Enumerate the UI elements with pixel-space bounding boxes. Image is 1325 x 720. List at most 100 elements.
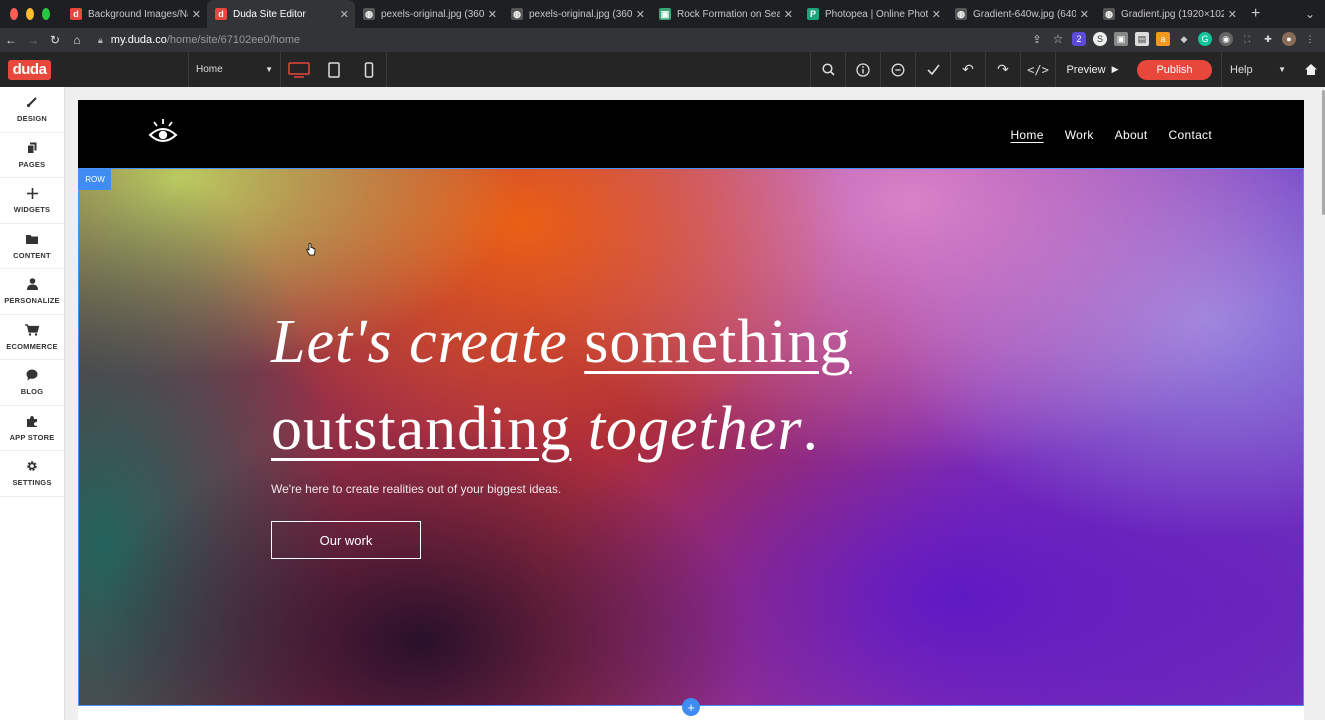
close-tab-icon[interactable]: ✕ bbox=[192, 8, 201, 21]
extension-doc-icon[interactable]: ▤ bbox=[1135, 32, 1149, 46]
close-tab-icon[interactable]: ✕ bbox=[636, 8, 645, 21]
browser-tab-label: Photopea | Online Photo E bbox=[825, 8, 928, 20]
site-nav-about[interactable]: About bbox=[1115, 128, 1148, 142]
gear-icon bbox=[26, 459, 38, 473]
close-tab-icon[interactable]: ✕ bbox=[488, 8, 497, 21]
tablet-view-button[interactable] bbox=[316, 52, 351, 87]
site-header[interactable]: Home Work About Contact bbox=[78, 100, 1304, 168]
desktop-view-button[interactable] bbox=[281, 52, 316, 87]
pages-icon bbox=[27, 141, 37, 155]
extensions-puzzle-icon[interactable]: ✚ bbox=[1261, 32, 1275, 46]
back-icon[interactable]: ← bbox=[0, 33, 22, 47]
browser-tab[interactable]: ◍ Gradient.jpg (1920×1023) ✕ bbox=[1095, 0, 1243, 28]
tab-search-icon[interactable]: ⌄ bbox=[1305, 7, 1315, 21]
close-tab-icon[interactable]: ✕ bbox=[1228, 8, 1237, 21]
profile-avatar[interactable]: ● bbox=[1282, 32, 1296, 46]
close-window-button[interactable] bbox=[10, 8, 18, 20]
home-dashboard-icon[interactable] bbox=[1297, 52, 1325, 87]
browser-tab[interactable]: ◍ Gradient-640w.jpg (640 ✕ bbox=[947, 0, 1095, 28]
browser-tab-label: Background Images/Navig bbox=[88, 8, 188, 20]
sidebar-item-label: APP STORE bbox=[9, 432, 55, 442]
extension-camera-icon[interactable]: ◉ bbox=[1219, 32, 1233, 46]
code-icon[interactable]: </> bbox=[1020, 52, 1055, 87]
comments-icon[interactable] bbox=[880, 52, 915, 87]
duda-logo[interactable]: duda bbox=[8, 59, 51, 80]
site-nav-work[interactable]: Work bbox=[1065, 128, 1094, 142]
redo-icon[interactable]: ↷ bbox=[985, 52, 1020, 87]
hand-cursor-icon bbox=[306, 243, 316, 261]
site-nav-contact[interactable]: Contact bbox=[1169, 128, 1212, 142]
extension-crop-icon[interactable]: ⛶ bbox=[1240, 32, 1254, 46]
close-tab-icon[interactable]: ✕ bbox=[784, 8, 793, 21]
forward-icon[interactable]: → bbox=[22, 33, 44, 47]
person-icon bbox=[26, 277, 38, 291]
page-select[interactable]: Home ▼ bbox=[188, 52, 280, 87]
chevron-down-icon: ▼ bbox=[265, 65, 273, 74]
add-section-button[interactable]: + bbox=[682, 698, 700, 716]
duda-icon: d bbox=[215, 8, 227, 20]
sidebar-item-personalize[interactable]: PERSONALIZE bbox=[0, 269, 64, 315]
extension-s-icon[interactable]: S bbox=[1093, 32, 1107, 46]
mobile-icon bbox=[364, 61, 373, 78]
sidebar-item-label: ECOMMERCE bbox=[6, 341, 58, 351]
browser-tab[interactable]: ▣ Rock Formation on Sea d ✕ bbox=[651, 0, 799, 28]
browser-tab-label: Gradient-640w.jpg (640 bbox=[973, 8, 1076, 20]
extension-bell-icon[interactable]: ◆ bbox=[1177, 32, 1191, 46]
reload-icon[interactable]: ↻ bbox=[44, 33, 66, 47]
sidebar-item-design[interactable]: DESIGN bbox=[0, 87, 64, 133]
puzzle-icon bbox=[26, 414, 38, 428]
undo-icon[interactable]: ↶ bbox=[950, 52, 985, 87]
sidebar-item-label: SETTINGS bbox=[12, 478, 52, 488]
close-tab-icon[interactable]: ✕ bbox=[340, 8, 349, 21]
checkmark-icon[interactable] bbox=[915, 52, 950, 87]
device-switcher bbox=[280, 52, 387, 87]
share-icon[interactable]: ⇪ bbox=[1030, 32, 1044, 46]
close-tab-icon[interactable]: ✕ bbox=[1080, 8, 1089, 21]
grammarly-icon[interactable]: G bbox=[1198, 32, 1212, 46]
browser-tab[interactable]: d Background Images/Navig ✕ bbox=[62, 0, 207, 28]
maximize-window-button[interactable] bbox=[42, 8, 50, 20]
folder-icon bbox=[26, 232, 38, 246]
editor-sidebar: DESIGN PAGES WIDGETS CONTENT PERSONALIZE ECOM… bbox=[0, 87, 65, 720]
play-icon: ▶ bbox=[1111, 64, 1119, 74]
globe-icon: ◍ bbox=[511, 8, 523, 20]
hero-subtitle[interactable]: We're here to create realities out of yo… bbox=[271, 482, 561, 496]
sidebar-item-app-store[interactable]: APP STORE bbox=[0, 406, 64, 451]
close-tab-icon[interactable]: ✕ bbox=[932, 8, 941, 21]
sidebar-item-settings[interactable]: SETTINGS bbox=[0, 451, 64, 497]
site-logo-eye-icon[interactable] bbox=[148, 118, 178, 153]
plus-icon bbox=[26, 186, 38, 200]
help-button[interactable]: Help ▼ bbox=[1221, 52, 1294, 87]
browser-tab[interactable]: ◍ pexels-original.jpg (3600 ✕ bbox=[503, 0, 651, 28]
info-icon[interactable] bbox=[845, 52, 880, 87]
extension-icon[interactable]: 2 bbox=[1072, 32, 1086, 46]
new-tab-button[interactable]: + bbox=[1251, 5, 1260, 23]
sidebar-item-ecommerce[interactable]: ECOMMERCE bbox=[0, 315, 64, 360]
sidebar-item-pages[interactable]: PAGES bbox=[0, 133, 64, 178]
extension-image-icon[interactable]: ▣ bbox=[1114, 32, 1128, 46]
hero-row[interactable]: ROW Let's create something outstanding t… bbox=[78, 168, 1304, 706]
minimize-window-button[interactable] bbox=[26, 8, 34, 20]
preview-button[interactable]: Preview ▶ bbox=[1055, 52, 1129, 87]
search-icon[interactable] bbox=[810, 52, 845, 87]
browser-menu-icon[interactable]: ⋮ bbox=[1303, 32, 1317, 46]
preview-label: Preview bbox=[1066, 63, 1106, 76]
sidebar-item-content[interactable]: CONTENT bbox=[0, 224, 64, 269]
hero-headline[interactable]: Let's create something outstanding toget… bbox=[271, 299, 911, 473]
mobile-view-button[interactable] bbox=[351, 52, 386, 87]
browser-tab[interactable]: ◍ pexels-original.jpg (3600 ✕ bbox=[355, 0, 503, 28]
extension-a-icon[interactable]: a bbox=[1156, 32, 1170, 46]
sidebar-item-widgets[interactable]: WIDGETS bbox=[0, 178, 64, 224]
site-nav-home[interactable]: Home bbox=[1010, 128, 1043, 142]
home-icon[interactable]: ⌂ bbox=[66, 33, 88, 47]
url-field[interactable]: 🔒︎ my.duda.co/home/site/67102ee0/home bbox=[98, 34, 300, 46]
publish-button[interactable]: Publish bbox=[1137, 60, 1212, 80]
browser-tab[interactable]: d Duda Site Editor ✕ bbox=[207, 0, 355, 28]
url-host: my.duda.co bbox=[110, 34, 167, 46]
bookmark-star-icon[interactable]: ☆ bbox=[1051, 32, 1065, 46]
sidebar-item-blog[interactable]: BLOG bbox=[0, 360, 64, 406]
browser-tab[interactable]: P Photopea | Online Photo E ✕ bbox=[799, 0, 947, 28]
row-label[interactable]: ROW bbox=[79, 169, 111, 190]
our-work-button[interactable]: Our work bbox=[271, 521, 421, 559]
window-controls bbox=[0, 8, 62, 20]
